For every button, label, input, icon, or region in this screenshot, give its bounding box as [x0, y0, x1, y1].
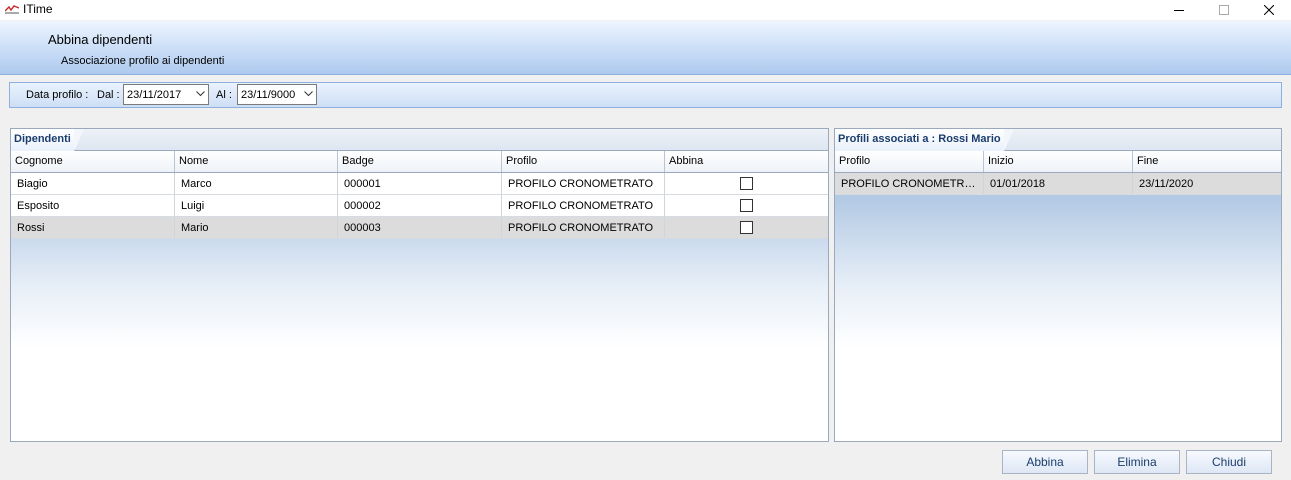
table-row[interactable]: Esposito Luigi 000002 PROFILO CRONOMETRA…	[11, 195, 828, 217]
column-header-badge[interactable]: Badge	[338, 151, 502, 172]
column-header-inizio[interactable]: Inizio	[984, 151, 1133, 172]
profiles-grid-header: Profilo Inizio Fine	[835, 151, 1281, 173]
cell-inizio: 01/01/2018	[984, 173, 1133, 194]
cell-abbina	[665, 173, 828, 194]
tab-dipendenti[interactable]: Dipendenti	[11, 129, 84, 151]
employees-panel: Dipendenti Cognome Nome Badge Profilo Ab…	[10, 128, 829, 442]
cell-cognome: Esposito	[11, 195, 175, 216]
profiles-panel: Profili associati a : Rossi Mario Profil…	[834, 128, 1282, 442]
cell-abbina	[665, 195, 828, 216]
cell-nome: Marco	[175, 173, 338, 194]
cell-badge: 000003	[338, 217, 502, 238]
cell-cognome: Rossi	[11, 217, 175, 238]
cell-abbina	[665, 217, 828, 238]
employees-tabstrip: Dipendenti	[11, 129, 828, 151]
page-header: Abbina dipendenti Associazione profilo a…	[0, 21, 1291, 75]
cell-profilo: PROFILO CRONOMETRATO	[502, 195, 665, 216]
chevron-down-icon	[196, 91, 205, 97]
minimize-button[interactable]	[1156, 0, 1202, 20]
abbina-button[interactable]: Abbina	[1002, 450, 1088, 474]
cell-badge: 000001	[338, 173, 502, 194]
profiles-grid: Profilo Inizio Fine PROFILO CRONOMETRATO…	[835, 151, 1281, 195]
filter-bar: Data profilo : Dal : 23/11/2017 Al : 23/…	[9, 82, 1282, 108]
maximize-icon	[1219, 5, 1229, 15]
cell-cognome: Biagio	[11, 173, 175, 194]
column-header-abbina[interactable]: Abbina	[665, 151, 828, 172]
employees-grid-header: Cognome Nome Badge Profilo Abbina	[11, 151, 828, 173]
cell-badge: 000002	[338, 195, 502, 216]
table-row-selected[interactable]: PROFILO CRONOMETRATO 01/01/2018 23/11/20…	[835, 173, 1281, 195]
cell-fine: 23/11/2020	[1139, 178, 1194, 190]
window-title: ITime	[23, 2, 53, 16]
elimina-button[interactable]: Elimina	[1094, 450, 1180, 474]
column-header-profilo[interactable]: Profilo	[502, 151, 665, 172]
cell-nome: Luigi	[175, 195, 338, 216]
chevron-down-icon	[304, 91, 313, 97]
to-date-label: Al :	[216, 89, 232, 101]
column-header-nome[interactable]: Nome	[175, 151, 338, 172]
abbina-checkbox[interactable]	[740, 177, 753, 190]
abbina-checkbox[interactable]	[740, 199, 753, 212]
table-row-selected[interactable]: Rossi Mario 000003 PROFILO CRONOMETRATO	[11, 217, 828, 239]
window-titlebar: ITime	[0, 0, 1291, 20]
to-date-picker[interactable]: 23/11/9000	[237, 84, 317, 105]
itime-logo-icon	[5, 5, 19, 14]
tab-profili-associati[interactable]: Profili associati a : Rossi Mario	[835, 129, 1014, 151]
abbina-checkbox[interactable]	[740, 221, 753, 234]
column-header-profilo[interactable]: Profilo	[835, 151, 984, 172]
page-title: Abbina dipendenti	[48, 32, 153, 47]
profile-date-label: Data profilo :	[26, 89, 89, 101]
close-button[interactable]	[1246, 0, 1291, 20]
from-date-label: Dal :	[97, 89, 120, 101]
column-header-fine[interactable]: Fine	[1133, 151, 1281, 172]
profiles-tabstrip: Profili associati a : Rossi Mario	[835, 129, 1281, 151]
cell-nome: Mario	[175, 217, 338, 238]
close-icon	[1264, 5, 1274, 15]
chiudi-button[interactable]: Chiudi	[1186, 450, 1272, 474]
to-date-value: 23/11/9000	[241, 89, 296, 101]
from-date-picker[interactable]: 23/11/2017	[123, 84, 209, 105]
employees-grid: Cognome Nome Badge Profilo Abbina Biagio…	[11, 151, 828, 239]
from-date-value: 23/11/2017	[127, 89, 182, 101]
maximize-button[interactable]	[1201, 0, 1247, 20]
column-header-cognome[interactable]: Cognome	[11, 151, 175, 172]
minimize-icon	[1174, 10, 1184, 11]
cell-profilo: PROFILO CRONOMETRATO	[502, 217, 665, 238]
cell-profilo: PROFILO CRONOMETRATO	[502, 173, 665, 194]
page-subtitle: Associazione profilo ai dipendenti	[61, 55, 225, 67]
cell-profilo: PROFILO CRONOMETRATO	[835, 173, 984, 194]
table-row[interactable]: Biagio Marco 000001 PROFILO CRONOMETRATO	[11, 173, 828, 195]
